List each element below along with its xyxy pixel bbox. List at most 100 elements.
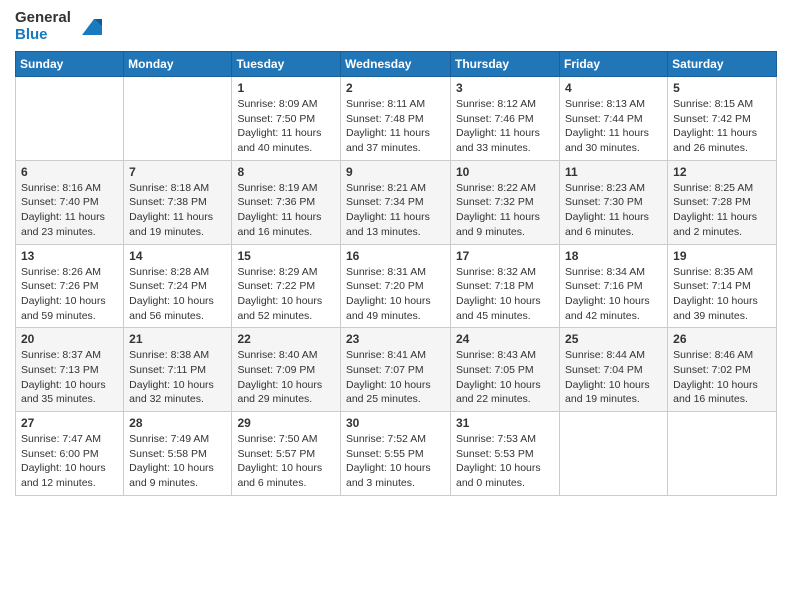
day-cell: [560, 412, 668, 496]
day-number: 2: [346, 81, 445, 95]
logo-icon: [74, 11, 106, 43]
day-number: 25: [565, 332, 662, 346]
weekday-header-friday: Friday: [560, 52, 668, 77]
day-number: 31: [456, 416, 554, 430]
day-cell: 20 Sunrise: 8:37 AMSunset: 7:13 PMDayligh…: [16, 328, 124, 412]
day-number: 8: [237, 165, 335, 179]
day-detail: Sunrise: 8:46 AMSunset: 7:02 PMDaylight:…: [673, 348, 771, 407]
day-detail: Sunrise: 7:47 AMSunset: 6:00 PMDaylight:…: [21, 432, 118, 491]
day-detail: Sunrise: 8:34 AMSunset: 7:16 PMDaylight:…: [565, 265, 662, 324]
day-detail: Sunrise: 8:43 AMSunset: 7:05 PMDaylight:…: [456, 348, 554, 407]
calendar-page: General Blue SundayMondayTuesdayWednesda…: [0, 0, 792, 612]
day-cell: 29 Sunrise: 7:50 AMSunset: 5:57 PMDayligh…: [232, 412, 341, 496]
day-cell: 28 Sunrise: 7:49 AMSunset: 5:58 PMDayligh…: [124, 412, 232, 496]
weekday-header-thursday: Thursday: [451, 52, 560, 77]
day-detail: Sunrise: 8:28 AMSunset: 7:24 PMDaylight:…: [129, 265, 226, 324]
day-detail: Sunrise: 8:29 AMSunset: 7:22 PMDaylight:…: [237, 265, 335, 324]
day-number: 4: [565, 81, 662, 95]
day-cell: 3Sunrise: 8:12 AMSunset: 7:46 PMDaylight…: [451, 77, 560, 161]
day-number: 22: [237, 332, 335, 346]
logo-general: General: [15, 10, 71, 27]
day-cell: [16, 77, 124, 161]
day-detail: Sunrise: 8:13 AMSunset: 7:44 PMDaylight:…: [565, 97, 662, 156]
weekday-header-sunday: Sunday: [16, 52, 124, 77]
day-detail: Sunrise: 8:40 AMSunset: 7:09 PMDaylight:…: [237, 348, 335, 407]
day-cell: 13 Sunrise: 8:26 AMSunset: 7:26 PMDayligh…: [16, 244, 124, 328]
day-number: 20: [21, 332, 118, 346]
day-detail: Sunrise: 8:12 AMSunset: 7:46 PMDaylight:…: [456, 97, 554, 156]
week-row-4: 20 Sunrise: 8:37 AMSunset: 7:13 PMDayligh…: [16, 328, 777, 412]
day-detail: Sunrise: 8:37 AMSunset: 7:13 PMDaylight:…: [21, 348, 118, 407]
day-cell: 15 Sunrise: 8:29 AMSunset: 7:22 PMDayligh…: [232, 244, 341, 328]
day-cell: 23 Sunrise: 8:41 AMSunset: 7:07 PMDayligh…: [341, 328, 451, 412]
day-detail: Sunrise: 8:44 AMSunset: 7:04 PMDaylight:…: [565, 348, 662, 407]
day-detail: Sunrise: 8:11 AMSunset: 7:48 PMDaylight:…: [346, 97, 445, 156]
day-detail: Sunrise: 8:35 AMSunset: 7:14 PMDaylight:…: [673, 265, 771, 324]
day-cell: 4 Sunrise: 8:13 AMSunset: 7:44 PMDaylight…: [560, 77, 668, 161]
day-cell: 10 Sunrise: 8:22 AMSunset: 7:32 PMDayligh…: [451, 160, 560, 244]
day-detail: Sunrise: 7:52 AMSunset: 5:55 PMDaylight:…: [346, 432, 445, 491]
day-cell: 1Sunrise: 8:09 AMSunset: 7:50 PMDaylight…: [232, 77, 341, 161]
weekday-header-tuesday: Tuesday: [232, 52, 341, 77]
weekday-header-row: SundayMondayTuesdayWednesdayThursdayFrid…: [16, 52, 777, 77]
day-number: 13: [21, 249, 118, 263]
day-number: 27: [21, 416, 118, 430]
day-number: 7: [129, 165, 226, 179]
day-number: 1: [237, 81, 335, 95]
day-cell: 2 Sunrise: 8:11 AMSunset: 7:48 PMDaylight…: [341, 77, 451, 161]
day-number: 26: [673, 332, 771, 346]
day-cell: 8 Sunrise: 8:19 AMSunset: 7:36 PMDaylight…: [232, 160, 341, 244]
day-number: 30: [346, 416, 445, 430]
day-number: 11: [565, 165, 662, 179]
day-number: 14: [129, 249, 226, 263]
day-cell: [668, 412, 777, 496]
logo: General Blue: [15, 10, 106, 43]
day-cell: 11 Sunrise: 8:23 AMSunset: 7:30 PMDayligh…: [560, 160, 668, 244]
day-number: 15: [237, 249, 335, 263]
week-row-5: 27 Sunrise: 7:47 AMSunset: 6:00 PMDayligh…: [16, 412, 777, 496]
day-number: 10: [456, 165, 554, 179]
day-number: 23: [346, 332, 445, 346]
weekday-header-wednesday: Wednesday: [341, 52, 451, 77]
week-row-3: 13 Sunrise: 8:26 AMSunset: 7:26 PMDayligh…: [16, 244, 777, 328]
day-number: 5: [673, 81, 771, 95]
day-number: 29: [237, 416, 335, 430]
day-detail: Sunrise: 8:41 AMSunset: 7:07 PMDaylight:…: [346, 348, 445, 407]
day-number: 16: [346, 249, 445, 263]
day-cell: 5Sunrise: 8:15 AMSunset: 7:42 PMDaylight…: [668, 77, 777, 161]
day-cell: 18Sunrise: 8:34 AMSunset: 7:16 PMDayligh…: [560, 244, 668, 328]
day-cell: 17Sunrise: 8:32 AMSunset: 7:18 PMDayligh…: [451, 244, 560, 328]
week-row-1: 1Sunrise: 8:09 AMSunset: 7:50 PMDaylight…: [16, 77, 777, 161]
day-cell: 12 Sunrise: 8:25 AMSunset: 7:28 PMDayligh…: [668, 160, 777, 244]
day-detail: Sunrise: 7:53 AMSunset: 5:53 PMDaylight:…: [456, 432, 554, 491]
day-detail: Sunrise: 8:18 AMSunset: 7:38 PMDaylight:…: [129, 181, 226, 240]
day-cell: 7 Sunrise: 8:18 AMSunset: 7:38 PMDaylight…: [124, 160, 232, 244]
day-detail: Sunrise: 8:21 AMSunset: 7:34 PMDaylight:…: [346, 181, 445, 240]
day-detail: Sunrise: 8:16 AMSunset: 7:40 PMDaylight:…: [21, 181, 118, 240]
calendar-table: SundayMondayTuesdayWednesdayThursdayFrid…: [15, 51, 777, 496]
day-detail: Sunrise: 8:19 AMSunset: 7:36 PMDaylight:…: [237, 181, 335, 240]
day-cell: 19 Sunrise: 8:35 AMSunset: 7:14 PMDayligh…: [668, 244, 777, 328]
logo-blue: Blue: [15, 27, 71, 44]
day-detail: Sunrise: 8:23 AMSunset: 7:30 PMDaylight:…: [565, 181, 662, 240]
day-cell: 16Sunrise: 8:31 AMSunset: 7:20 PMDayligh…: [341, 244, 451, 328]
day-number: 19: [673, 249, 771, 263]
day-detail: Sunrise: 8:25 AMSunset: 7:28 PMDaylight:…: [673, 181, 771, 240]
day-number: 28: [129, 416, 226, 430]
weekday-header-saturday: Saturday: [668, 52, 777, 77]
day-cell: 24Sunrise: 8:43 AMSunset: 7:05 PMDayligh…: [451, 328, 560, 412]
day-cell: 14 Sunrise: 8:28 AMSunset: 7:24 PMDayligh…: [124, 244, 232, 328]
day-detail: Sunrise: 8:26 AMSunset: 7:26 PMDaylight:…: [21, 265, 118, 324]
day-cell: 6 Sunrise: 8:16 AMSunset: 7:40 PMDaylight…: [16, 160, 124, 244]
day-detail: Sunrise: 8:38 AMSunset: 7:11 PMDaylight:…: [129, 348, 226, 407]
day-detail: Sunrise: 7:49 AMSunset: 5:58 PMDaylight:…: [129, 432, 226, 491]
header: General Blue: [15, 10, 777, 43]
day-cell: 31 Sunrise: 7:53 AMSunset: 5:53 PMDayligh…: [451, 412, 560, 496]
week-row-2: 6 Sunrise: 8:16 AMSunset: 7:40 PMDaylight…: [16, 160, 777, 244]
day-detail: Sunrise: 8:22 AMSunset: 7:32 PMDaylight:…: [456, 181, 554, 240]
day-cell: 9Sunrise: 8:21 AMSunset: 7:34 PMDaylight…: [341, 160, 451, 244]
day-number: 12: [673, 165, 771, 179]
day-cell: 25 Sunrise: 8:44 AMSunset: 7:04 PMDayligh…: [560, 328, 668, 412]
day-detail: Sunrise: 7:50 AMSunset: 5:57 PMDaylight:…: [237, 432, 335, 491]
day-number: 6: [21, 165, 118, 179]
